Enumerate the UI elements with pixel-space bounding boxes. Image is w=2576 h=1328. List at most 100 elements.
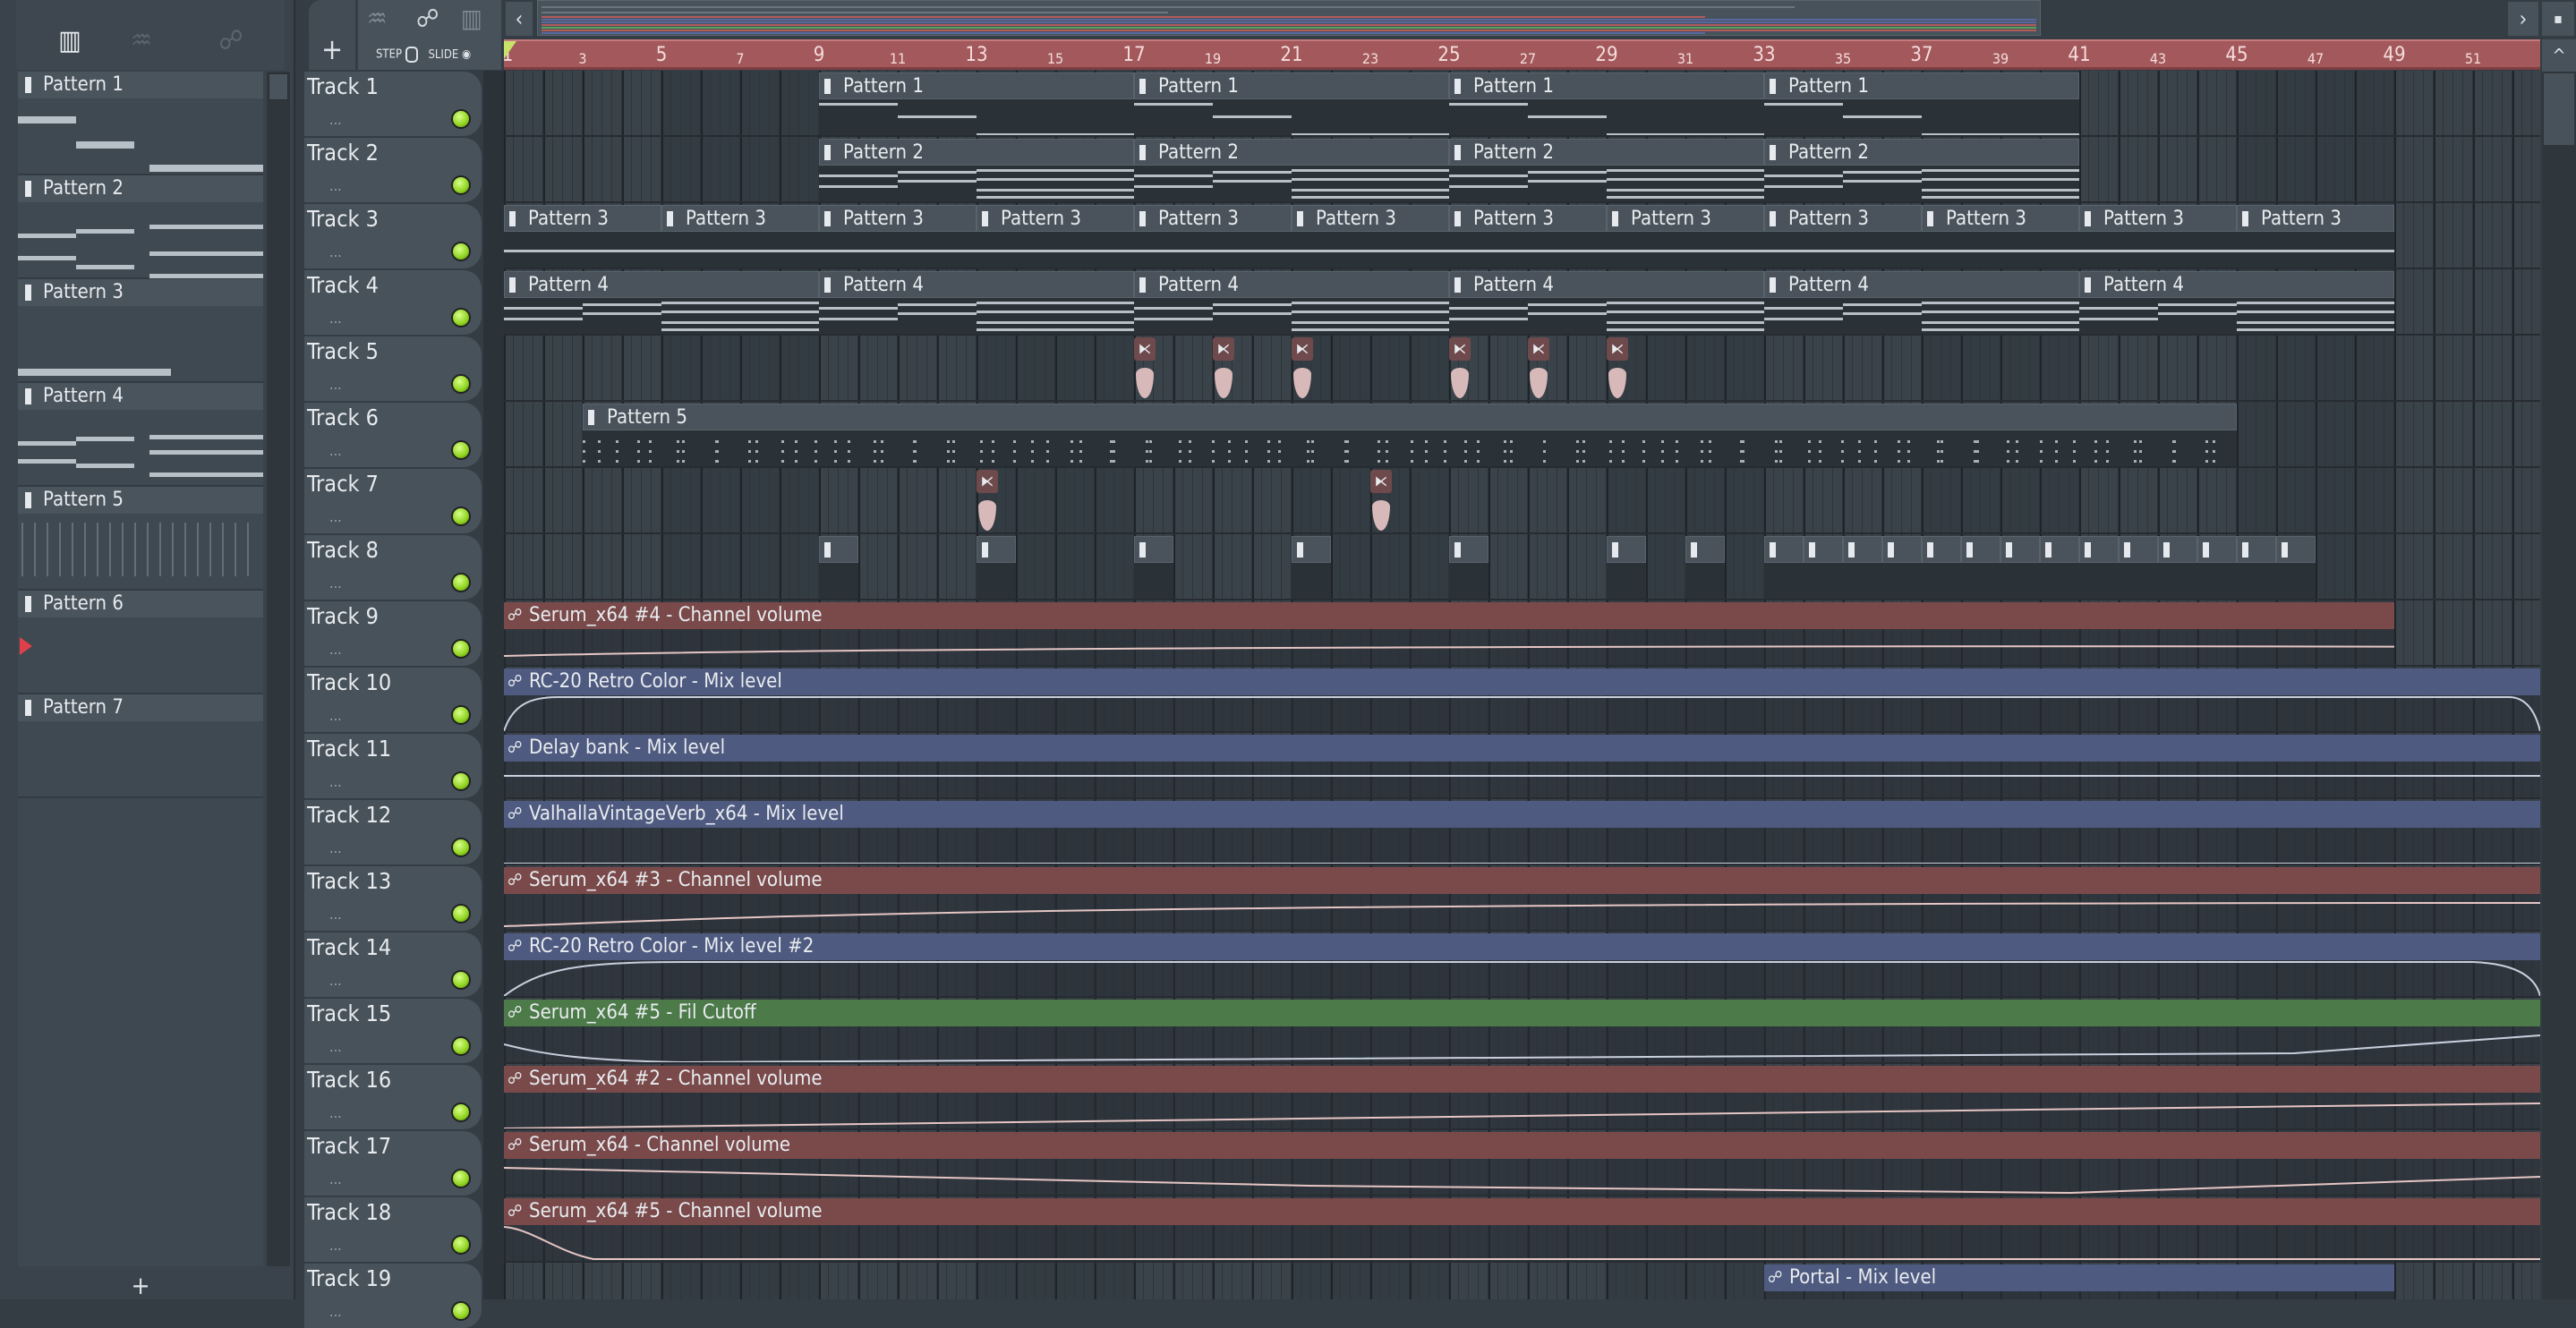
track-name[interactable]: Track 11 — [307, 736, 391, 762]
pattern-clip[interactable] — [2276, 536, 2316, 599]
clip-label[interactable]: Pattern 1 — [1134, 72, 1449, 99]
clip-label[interactable]: Delay bank - Mix level — [504, 735, 2540, 762]
track-mute-led[interactable] — [451, 904, 471, 924]
clip-label[interactable]: Pattern 3 — [2237, 205, 2394, 232]
pattern-clip[interactable] — [1843, 536, 1882, 599]
clip-label[interactable]: ⧔ — [977, 470, 998, 493]
pattern-list-item[interactable]: Pattern 6 — [18, 591, 263, 694]
playlist-overview[interactable] — [537, 0, 2041, 36]
playlist-grid[interactable]: Pattern 1 Pattern 1 Pattern 1 Pattern 1 Patt… — [504, 71, 2540, 1299]
track-mute-led[interactable] — [451, 308, 471, 328]
clip-label[interactable]: Pattern 1 — [819, 72, 1134, 99]
pattern-clip[interactable] — [2079, 536, 2119, 599]
pattern-clip[interactable]: Pattern 4 — [1449, 271, 1764, 334]
pattern-clip[interactable]: Pattern 3 — [1134, 205, 1292, 268]
pattern-clip[interactable] — [2000, 536, 2040, 599]
auto-clip[interactable]: Portal - Mix level — [1764, 1264, 2394, 1299]
pattern-clip[interactable]: Pattern 4 — [2079, 271, 2394, 334]
track-header[interactable]: Track 15... — [304, 999, 482, 1063]
pattern-clip[interactable]: Pattern 3 — [1449, 205, 1607, 268]
auto-clip[interactable]: Serum_x64 #5 - Channel volume — [504, 1198, 2540, 1261]
track-options[interactable]: ... — [329, 111, 342, 128]
pattern-clip[interactable]: Pattern 1 — [819, 72, 1134, 135]
clip-label[interactable]: Pattern 4 — [1449, 271, 1764, 298]
clip-label[interactable] — [2158, 536, 2197, 563]
track-name[interactable]: Track 3 — [307, 206, 379, 232]
audio-clip[interactable]: ⧔ — [1292, 337, 1315, 400]
track-header[interactable]: Track 2... — [304, 138, 482, 202]
track-mute-led[interactable] — [451, 771, 471, 791]
clip-label[interactable]: Serum_x64 - Channel volume — [504, 1132, 2540, 1159]
pattern-clip-icon[interactable]: ▥ — [461, 4, 482, 33]
track-options[interactable]: ... — [329, 1104, 342, 1121]
pattern-clip[interactable]: Pattern 2 — [819, 139, 1134, 201]
pattern-clip[interactable]: Pattern 3 — [1292, 205, 1449, 268]
pattern-clip[interactable]: Pattern 4 — [819, 271, 1134, 334]
automation-icon[interactable]: ☍ — [213, 25, 249, 61]
track-name[interactable]: Track 9 — [307, 603, 379, 629]
pattern-clip[interactable] — [2197, 536, 2237, 599]
pattern-clip[interactable] — [2158, 536, 2197, 599]
track-header[interactable]: Track 18... — [304, 1197, 482, 1262]
track-name[interactable]: Track 10 — [307, 669, 391, 695]
pattern-clip[interactable]: Pattern 1 — [1449, 72, 1764, 135]
pattern-clip[interactable] — [2237, 536, 2276, 599]
audio-clip[interactable]: ⧔ — [1449, 337, 1472, 400]
pattern-clip[interactable] — [2040, 536, 2079, 599]
step-toggle[interactable] — [405, 47, 418, 63]
track-mute-led[interactable] — [451, 1235, 471, 1255]
clip-label[interactable]: Pattern 3 — [819, 205, 977, 232]
track-options[interactable]: ... — [329, 1038, 342, 1055]
clip-label[interactable]: Pattern 3 — [2079, 205, 2237, 232]
track-header[interactable]: Track 13... — [304, 866, 482, 931]
track-header[interactable]: Track 17... — [304, 1131, 482, 1196]
track-mute-led[interactable] — [451, 507, 471, 526]
clip-label[interactable]: Serum_x64 #3 - Channel volume — [504, 867, 2540, 894]
track-mute-led[interactable] — [451, 1169, 471, 1188]
track-header[interactable]: Track 7... — [304, 469, 482, 533]
clip-label[interactable] — [1961, 536, 2000, 563]
clip-label[interactable]: Pattern 3 — [504, 205, 661, 232]
audio-clip[interactable]: ⧔ — [977, 470, 1000, 532]
pattern-list-item[interactable]: Pattern 7 — [18, 694, 263, 798]
scroll-left-button[interactable]: ‹ — [506, 2, 533, 36]
pattern-clip[interactable] — [1134, 536, 1173, 599]
track-options[interactable]: ... — [329, 508, 342, 525]
add-pattern-button[interactable]: + — [18, 1271, 263, 1300]
pattern-clip[interactable] — [1764, 536, 1804, 599]
clip-label[interactable]: RC-20 Retro Color - Mix level — [504, 668, 2540, 695]
track-options[interactable]: ... — [329, 243, 342, 260]
auto-clip[interactable]: Serum_x64 #5 - Fil Cutoff — [504, 1000, 2540, 1062]
clip-label[interactable] — [977, 536, 1016, 563]
timeline-ruler[interactable]: 1 3 5 7 9 11 13 15 17 19 21 23 25 27 29 31 33 35 37 39 41 43 4… — [502, 39, 2540, 70]
zoom-handle[interactable]: ▪ — [2542, 2, 2574, 36]
track-options[interactable]: ... — [329, 376, 342, 393]
pattern-clip[interactable] — [1882, 536, 1922, 599]
track-options[interactable]: ... — [329, 972, 342, 989]
pattern-clip[interactable]: Pattern 3 — [2237, 205, 2394, 268]
clip-label[interactable] — [2237, 536, 2276, 563]
auto-clip[interactable]: RC-20 Retro Color - Mix level #2 — [504, 933, 2540, 996]
clip-label[interactable]: Pattern 2 — [1764, 139, 2079, 166]
track-mute-led[interactable] — [451, 639, 471, 659]
auto-clip[interactable]: Serum_x64 #2 - Channel volume — [504, 1066, 2540, 1128]
pattern-clip[interactable]: Pattern 2 — [1764, 139, 2079, 201]
piano-roll-icon[interactable]: ▥ — [52, 25, 88, 61]
clip-label[interactable]: ⧔ — [1528, 337, 1549, 361]
clip-label[interactable] — [1843, 536, 1882, 563]
pattern-clip[interactable] — [1292, 536, 1331, 599]
clip-label[interactable]: Pattern 1 — [1449, 72, 1764, 99]
clip-label[interactable]: Pattern 3 — [1607, 205, 1764, 232]
track-header[interactable]: Track 16... — [304, 1065, 482, 1129]
clip-label[interactable]: Pattern 2 — [1449, 139, 1764, 166]
scroll-right-button[interactable]: › — [2508, 2, 2538, 36]
audio-clip[interactable]: ⧔ — [1607, 337, 1630, 400]
track-mute-led[interactable] — [451, 1301, 471, 1321]
clip-label[interactable]: RC-20 Retro Color - Mix level #2 — [504, 933, 2540, 960]
pattern-clip[interactable]: Pattern 3 — [1607, 205, 1764, 268]
clip-label[interactable]: Pattern 3 — [1764, 205, 1922, 232]
clip-label[interactable]: ⧔ — [1370, 470, 1392, 493]
track-header[interactable]: Track 19... — [304, 1264, 482, 1328]
clip-label[interactable]: ⧔ — [1292, 337, 1313, 361]
pattern-clip[interactable]: Pattern 4 — [1764, 271, 2079, 334]
